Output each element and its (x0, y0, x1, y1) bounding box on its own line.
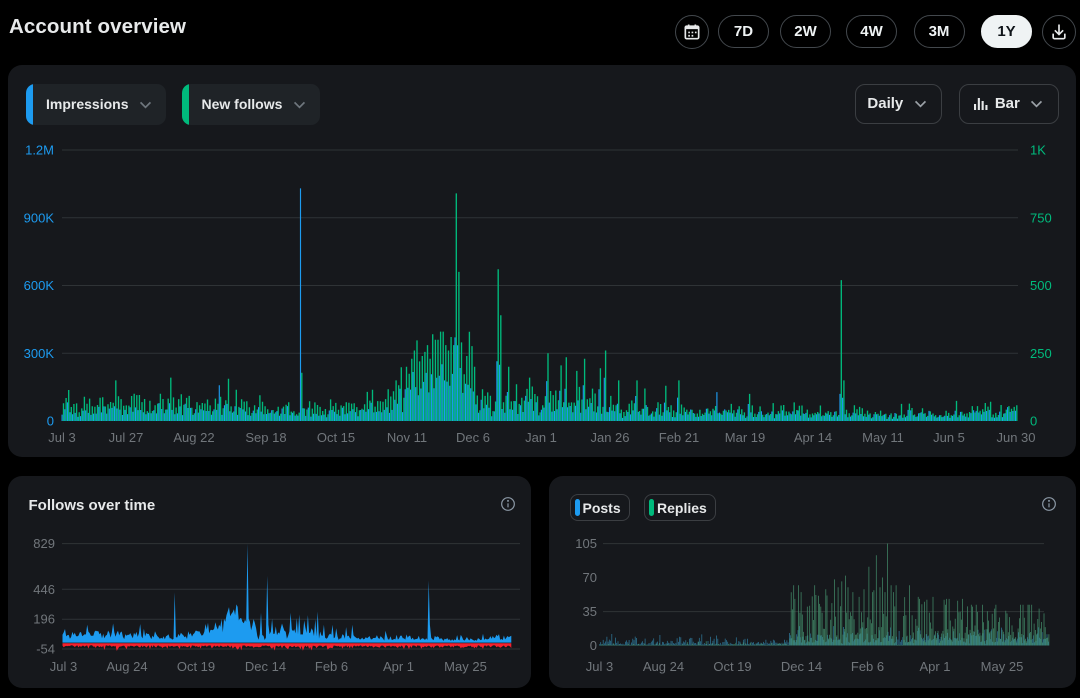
svg-text:Jul 3: Jul 3 (48, 430, 75, 445)
svg-text:Nov 11: Nov 11 (387, 430, 427, 445)
svg-text:Jul 3: Jul 3 (50, 659, 77, 674)
svg-text:196: 196 (33, 612, 55, 627)
svg-text:Oct 19: Oct 19 (177, 659, 215, 674)
svg-text:May 25: May 25 (444, 659, 487, 674)
svg-text:-54: -54 (36, 642, 55, 657)
svg-text:0: 0 (590, 638, 597, 653)
svg-text:Sep 18: Sep 18 (245, 430, 286, 445)
svg-text:500: 500 (1030, 278, 1052, 293)
svg-text:Jul 3: Jul 3 (586, 659, 613, 674)
svg-text:600K: 600K (24, 278, 55, 293)
svg-text:1K: 1K (1030, 143, 1046, 158)
svg-text:Aug 24: Aug 24 (106, 659, 147, 674)
svg-text:Oct 19: Oct 19 (713, 659, 751, 674)
svg-text:Dec 14: Dec 14 (245, 659, 286, 674)
svg-text:Apr 14: Apr 14 (794, 430, 832, 445)
svg-text:1.2M: 1.2M (25, 143, 54, 158)
svg-text:Dec 6: Dec 6 (456, 430, 490, 445)
svg-text:446: 446 (33, 582, 55, 597)
svg-text:May 11: May 11 (862, 430, 904, 445)
svg-text:Aug 22: Aug 22 (173, 430, 214, 445)
svg-text:Jul 27: Jul 27 (109, 430, 144, 445)
svg-text:0: 0 (47, 414, 54, 429)
svg-text:Apr 1: Apr 1 (383, 659, 414, 674)
svg-text:Jun 30: Jun 30 (996, 430, 1035, 445)
svg-text:Feb 6: Feb 6 (315, 659, 348, 674)
svg-text:Jan 26: Jan 26 (590, 430, 629, 445)
svg-text:35: 35 (583, 604, 597, 619)
svg-text:900K: 900K (24, 210, 55, 225)
svg-text:Jan 1: Jan 1 (525, 430, 557, 445)
svg-text:105: 105 (575, 536, 597, 551)
svg-text:Feb 6: Feb 6 (851, 659, 884, 674)
svg-text:Apr 1: Apr 1 (919, 659, 950, 674)
svg-text:0: 0 (1030, 414, 1037, 429)
svg-text:Dec 14: Dec 14 (781, 659, 822, 674)
svg-text:250: 250 (1030, 346, 1052, 361)
svg-text:829: 829 (33, 536, 55, 551)
svg-text:Jun 5: Jun 5 (933, 430, 965, 445)
svg-text:Mar 19: Mar 19 (725, 430, 765, 445)
svg-text:Oct 15: Oct 15 (317, 430, 355, 445)
svg-text:Feb 21: Feb 21 (659, 430, 699, 445)
svg-text:Aug 24: Aug 24 (643, 659, 684, 674)
svg-text:May 25: May 25 (981, 659, 1024, 674)
svg-text:70: 70 (583, 570, 597, 585)
svg-text:300K: 300K (24, 346, 55, 361)
svg-text:750: 750 (1030, 210, 1052, 225)
